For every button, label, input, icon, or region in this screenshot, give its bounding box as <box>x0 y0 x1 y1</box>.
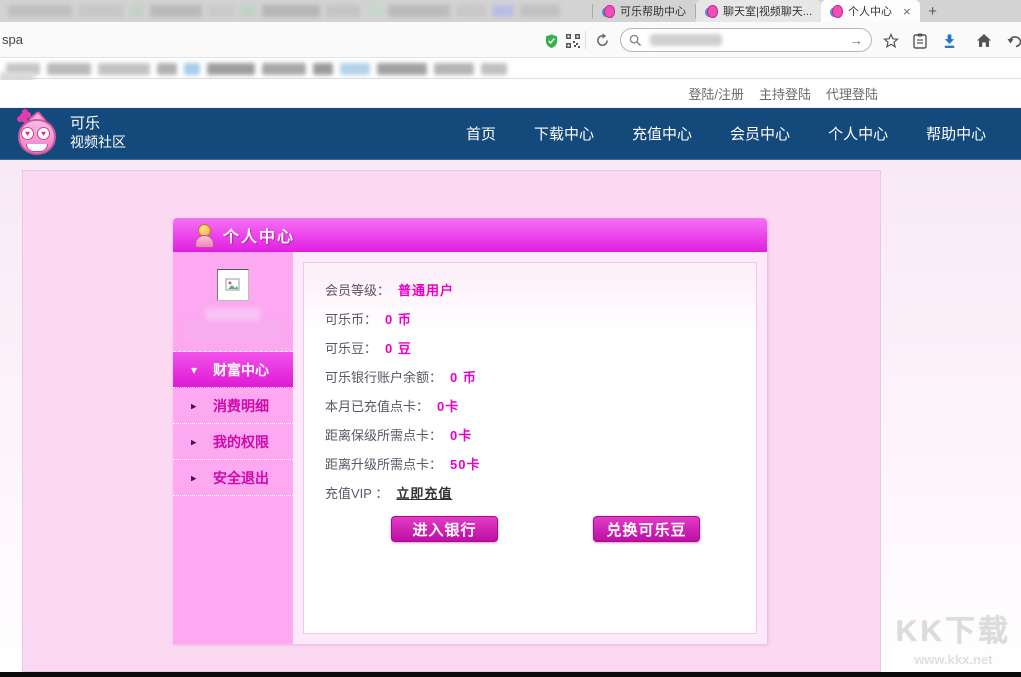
page-background: 个人中心 财富中心 消费明细 <box>0 160 1021 677</box>
censored-search-query <box>650 34 722 46</box>
censored-bookmarks <box>6 62 507 75</box>
qr-code-icon[interactable] <box>564 32 581 49</box>
undo-icon[interactable] <box>1006 32 1021 49</box>
bottom-bar <box>0 672 1021 677</box>
sidebar: 财富中心 消费明细 我的权限 安全退出 <box>173 252 293 644</box>
home-icon[interactable] <box>975 32 992 49</box>
nav-member-center[interactable]: 会员中心 <box>730 123 790 144</box>
tab-close-icon[interactable]: × <box>903 4 911 19</box>
row-value: 0 币 <box>385 309 412 328</box>
agent-login-link[interactable]: 代理登陆 <box>826 84 878 103</box>
mascot-icon: ♥ ♥ <box>14 111 60 157</box>
security-shield-icon[interactable] <box>543 32 560 49</box>
clipboard-icon[interactable] <box>911 32 928 49</box>
site-favicon <box>830 5 843 18</box>
main-navbar: ♥ ♥ 可乐 视频社区 首页 下载中心 充值中心 会员中心 个人中心 帮助中心 <box>0 108 1021 160</box>
sidebar-item-consumption-detail[interactable]: 消费明细 <box>173 388 293 424</box>
login-register-link[interactable]: 登陆/注册 <box>688 84 744 103</box>
host-login-link[interactable]: 主持登陆 <box>759 84 811 103</box>
chevron-right-icon <box>191 435 197 448</box>
search-input[interactable]: → <box>620 28 872 52</box>
tab-personal-center-active[interactable]: 个人中心 × <box>821 0 920 22</box>
tab-label: 可乐帮助中心 <box>620 3 686 19</box>
logo-text: 可乐 视频社区 <box>70 115 126 151</box>
row-value: 0 币 <box>450 367 477 386</box>
download-icon[interactable] <box>941 32 958 49</box>
search-icon <box>629 34 642 47</box>
account-links-row: 登陆/注册 主持登陆 代理登陆 <box>0 80 1021 108</box>
chevron-right-icon <box>191 471 197 484</box>
account-info-box: 会员等级：普通用户 可乐币：0 币 可乐豆：0 豆 可乐银行账户余额：0 币 本… <box>303 262 757 634</box>
personal-center-panel: 个人中心 财富中心 消费明细 <box>173 218 767 644</box>
watermark-title: KK下载 <box>896 606 1011 650</box>
panel-title: 个人中心 <box>223 223 295 247</box>
nav-download-center[interactable]: 下载中心 <box>534 123 594 144</box>
row-value: 0 豆 <box>385 338 412 357</box>
new-tab-button[interactable]: + <box>920 0 946 22</box>
heart-eye-icon: ♥ <box>37 127 50 140</box>
tab-help-center[interactable]: 可乐帮助中心 <box>593 0 695 22</box>
nav-recharge-center[interactable]: 充值中心 <box>632 123 692 144</box>
avatar-area <box>173 252 293 352</box>
row-recharge-vip: 充值VIP ：立即充值 <box>325 478 756 507</box>
action-buttons-row: 进入银行 兑换可乐豆 <box>325 516 756 542</box>
censored-window-tabs <box>8 3 588 19</box>
toolbar-divider <box>585 31 586 49</box>
heart-eye-icon: ♥ <box>21 127 34 140</box>
sidebar-item-wealth-center[interactable]: 财富中心 <box>173 352 293 388</box>
browser-toolbar: spa → <box>0 22 1021 58</box>
nav-help-center[interactable]: 帮助中心 <box>926 123 986 144</box>
tab-chat-room[interactable]: 聊天室|视频聊天... <box>696 0 821 22</box>
bookmark-star-icon[interactable] <box>882 32 899 49</box>
nav-personal-center[interactable]: 个人中心 <box>828 123 888 144</box>
content-column: 会员等级：普通用户 可乐币：0 币 可乐豆：0 豆 可乐银行账户余额：0 币 本… <box>293 252 767 644</box>
row-bank-balance: 可乐银行账户余额：0 币 <box>325 362 756 391</box>
chevron-right-icon <box>191 399 197 412</box>
site-favicon <box>705 5 718 18</box>
row-upgrade-cards: 距离升级所需点卡：50卡 <box>325 449 756 478</box>
panel-header: 个人中心 <box>173 218 767 252</box>
search-go-icon[interactable]: → <box>849 32 863 48</box>
row-member-level: 会员等级：普通用户 <box>325 275 756 304</box>
url-text[interactable]: spa <box>2 32 23 47</box>
censored-username <box>185 324 281 339</box>
site-favicon <box>602 5 615 18</box>
nav-menu: 首页 下载中心 充值中心 会员中心 个人中心 帮助中心 <box>466 123 986 144</box>
mascot-mouth <box>26 144 48 152</box>
enter-bank-button[interactable]: 进入银行 <box>391 516 498 542</box>
person-icon <box>195 224 212 246</box>
row-month-recharged: 本月已充值点卡：0卡 <box>325 391 756 420</box>
reload-icon[interactable] <box>594 32 611 49</box>
flower-icon <box>20 113 26 119</box>
broken-image-icon <box>225 277 241 293</box>
watermark-url: www.kkx.net <box>896 652 1011 667</box>
sidebar-item-my-permissions[interactable]: 我的权限 <box>173 424 293 460</box>
nav-home[interactable]: 首页 <box>466 123 496 144</box>
broken-avatar-image[interactable] <box>217 269 249 301</box>
row-value: 0卡 <box>450 425 472 444</box>
row-cola-coin: 可乐币：0 币 <box>325 304 756 333</box>
browser-tab-bar: 可乐帮助中心 聊天室|视频聊天... 个人中心 × + <box>0 0 1021 22</box>
sidebar-item-safe-logout[interactable]: 安全退出 <box>173 460 293 496</box>
row-value: 普通用户 <box>398 280 454 299</box>
tab-label: 聊天室|视频聊天... <box>723 3 812 19</box>
site-watermark: KK下载 www.kkx.net <box>896 606 1011 667</box>
exchange-beans-button[interactable]: 兑换可乐豆 <box>593 516 700 542</box>
row-keep-level-cards: 距离保级所需点卡：0卡 <box>325 420 756 449</box>
tab-label: 个人中心 <box>848 3 892 19</box>
recharge-now-link[interactable]: 立即充值 <box>396 483 452 502</box>
chevron-down-icon <box>191 363 197 377</box>
row-cola-bean: 可乐豆：0 豆 <box>325 333 756 362</box>
row-value: 50卡 <box>450 454 480 473</box>
bookmarks-bar <box>0 58 1021 79</box>
censored-username <box>205 308 261 321</box>
row-value: 0卡 <box>437 396 459 415</box>
site-logo[interactable]: ♥ ♥ 可乐 视频社区 <box>14 111 126 157</box>
